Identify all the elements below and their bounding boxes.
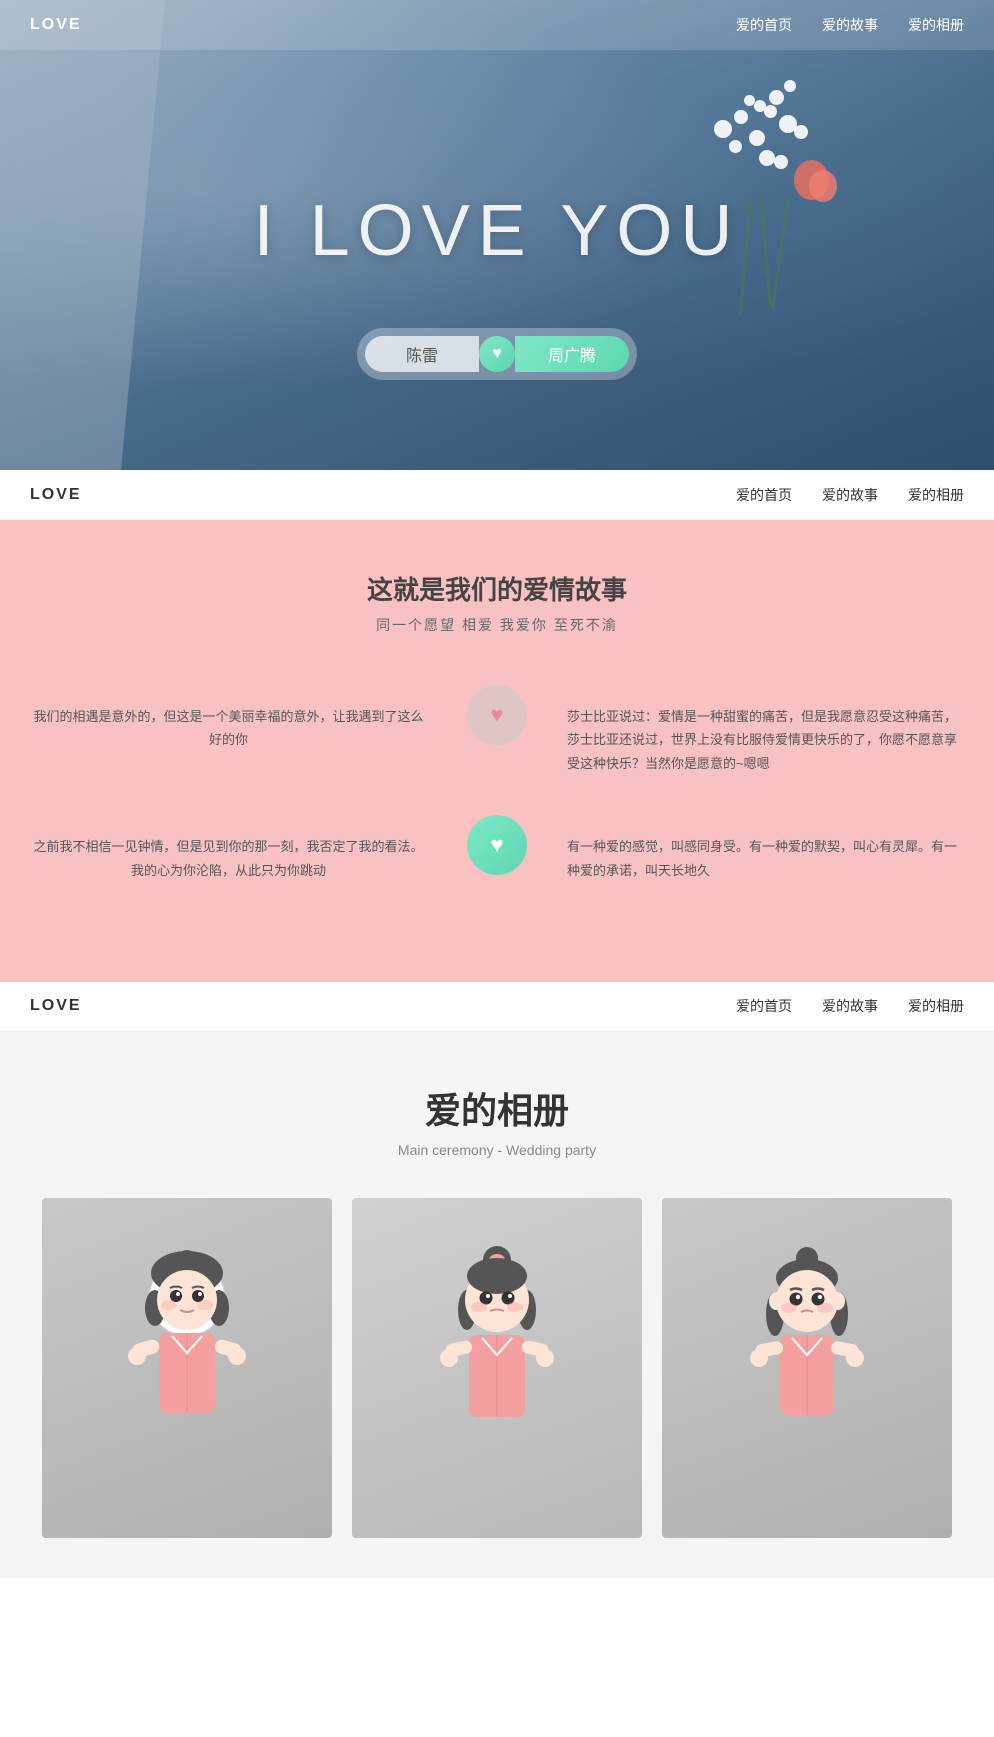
album-card-bg-3 bbox=[662, 1198, 952, 1538]
solid-nav-link-album-1[interactable]: 爱的相册 bbox=[908, 485, 964, 505]
nav-link-home[interactable]: 爱的首页 bbox=[736, 15, 792, 35]
album-grid bbox=[30, 1198, 964, 1538]
hero-name-left: 陈雷 bbox=[365, 336, 479, 372]
solid-nav-logo-2: LOVE bbox=[30, 997, 82, 1015]
album-card-3[interactable] bbox=[662, 1198, 952, 1538]
hero-title: I LOVE YOU bbox=[254, 190, 741, 272]
album-card-1[interactable] bbox=[42, 1198, 332, 1538]
story-subtitle: 同一个愿望 相爱 我爱你 至死不渝 bbox=[30, 615, 964, 635]
solid-nav-link-home-1[interactable]: 爱的首页 bbox=[736, 485, 792, 505]
story-text-left-2: 之前我不相信一见钟情，但是见到你的那一刻，我否定了我的看法。我的心为你沦陷，从此… bbox=[30, 815, 467, 882]
story-text-right-1: 莎士比亚说过：爱情是一种甜蜜的痛苦，但是我愿意忍受这种痛苦，莎士比亚还说过，世界… bbox=[527, 685, 964, 775]
hero-nav: LOVE 爱的首页 爱的故事 爱的相册 bbox=[0, 0, 994, 50]
story-icon-1: ♥ bbox=[467, 685, 527, 745]
solid-nav-links-1: 爱的首页 爱的故事 爱的相册 bbox=[736, 485, 964, 505]
album-card-bg-1 bbox=[42, 1198, 332, 1538]
solid-nav-link-story-2[interactable]: 爱的故事 bbox=[822, 996, 878, 1016]
solid-nav-links-2: 爱的首页 爱的故事 爱的相册 bbox=[736, 996, 964, 1016]
story-title: 这就是我们的爱情故事 bbox=[30, 570, 964, 607]
cartoon-girl-2 bbox=[397, 1228, 597, 1508]
nav-links: 爱的首页 爱的故事 爱的相册 bbox=[736, 15, 964, 35]
album-card-bg-2 bbox=[352, 1198, 642, 1538]
nav-logo: LOVE bbox=[30, 16, 82, 34]
album-title: 爱的相册 bbox=[30, 1082, 964, 1134]
story-row-1: 我们的相遇是意外的，但这是一个美丽幸福的意外，让我遇到了这么好的你 ♥ 莎士比亚… bbox=[30, 685, 964, 775]
solid-nav-link-home-2[interactable]: 爱的首页 bbox=[736, 996, 792, 1016]
album-section: 爱的相册 Main ceremony - Wedding party bbox=[0, 1032, 994, 1578]
hero-names-bar: 陈雷 ♥ 周广腾 bbox=[357, 328, 637, 380]
album-card-2[interactable] bbox=[352, 1198, 642, 1538]
solid-nav-link-album-2[interactable]: 爱的相册 bbox=[908, 996, 964, 1016]
cartoon-girl-3 bbox=[707, 1228, 907, 1508]
story-section: 这就是我们的爱情故事 同一个愿望 相爱 我爱你 至死不渝 我们的相遇是意外的，但… bbox=[0, 520, 994, 982]
solid-nav-link-story-1[interactable]: 爱的故事 bbox=[822, 485, 878, 505]
solid-nav-2: LOVE 爱的首页 爱的故事 爱的相册 bbox=[0, 982, 994, 1032]
story-text-left-1: 我们的相遇是意外的，但这是一个美丽幸福的意外，让我遇到了这么好的你 bbox=[30, 685, 467, 752]
hero-name-right: 周广腾 bbox=[515, 336, 629, 372]
story-icon-2: ♥ bbox=[467, 815, 527, 875]
album-subtitle: Main ceremony - Wedding party bbox=[30, 1142, 964, 1158]
solid-nav-logo-1: LOVE bbox=[30, 486, 82, 504]
story-row-2: 之前我不相信一见钟情，但是见到你的那一刻，我否定了我的看法。我的心为你沦陷，从此… bbox=[30, 815, 964, 882]
story-text-right-2: 有一种爱的感觉，叫感同身受。有一种爱的默契，叫心有灵犀。有一种爱的承诺，叫天长地… bbox=[527, 815, 964, 882]
hero-bg-container: I LOVE YOU 陈雷 ♥ 周广腾 bbox=[0, 0, 994, 470]
nav-link-story[interactable]: 爱的故事 bbox=[822, 15, 878, 35]
hero-section: LOVE 爱的首页 爱的故事 爱的相册 bbox=[0, 0, 994, 470]
hero-heart-icon: ♥ bbox=[479, 336, 515, 372]
cartoon-girl-1 bbox=[87, 1228, 287, 1508]
solid-nav-1: LOVE 爱的首页 爱的故事 爱的相册 bbox=[0, 470, 994, 520]
nav-link-album[interactable]: 爱的相册 bbox=[908, 15, 964, 35]
